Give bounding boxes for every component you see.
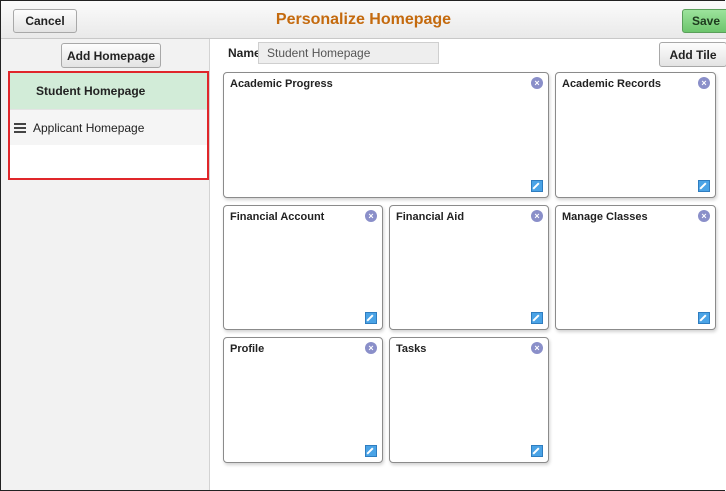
homepage-item-label: Student Homepage (36, 84, 146, 98)
tile-title: Academic Records (562, 78, 662, 90)
close-icon[interactable]: × (365, 210, 377, 222)
tile-title: Manage Classes (562, 211, 648, 223)
edit-icon[interactable] (365, 445, 377, 457)
tile-title: Profile (230, 343, 265, 355)
tile-manage-classes[interactable]: Manage Classes × (555, 205, 716, 330)
close-icon[interactable]: × (365, 342, 377, 354)
add-homepage-button[interactable]: Add Homepage (61, 43, 161, 68)
homepage-item-label: Applicant Homepage (33, 120, 145, 135)
tile-title: Academic Progress (230, 78, 333, 90)
cancel-button[interactable]: Cancel (13, 9, 77, 33)
edit-icon[interactable] (531, 180, 543, 192)
save-button[interactable]: Save (682, 9, 726, 33)
name-label: Name (228, 46, 261, 60)
tile-tasks[interactable]: Tasks × (389, 337, 549, 463)
tile-title: Tasks (396, 343, 427, 355)
homepage-name-field[interactable] (258, 42, 439, 64)
tile-title: Financial Aid (396, 211, 465, 223)
homepage-sidebar: Add Homepage Student Homepage Applicant … (1, 39, 210, 490)
close-icon[interactable]: × (531, 77, 543, 89)
header-bar: Personalize Homepage Cancel Save (1, 1, 726, 39)
homepage-item-applicant[interactable]: Applicant Homepage (10, 109, 207, 145)
close-icon[interactable]: × (698, 77, 710, 89)
edit-icon[interactable] (698, 180, 710, 192)
tile-financial-account[interactable]: Financial Account × (223, 205, 383, 330)
edit-icon[interactable] (531, 445, 543, 457)
close-icon[interactable]: × (698, 210, 710, 222)
edit-icon[interactable] (365, 312, 377, 324)
tile-academic-progress[interactable]: Academic Progress × (223, 72, 549, 198)
close-icon[interactable]: × (531, 342, 543, 354)
close-icon[interactable]: × (531, 210, 543, 222)
edit-icon[interactable] (531, 312, 543, 324)
tile-profile[interactable]: Profile × (223, 337, 383, 463)
edit-icon[interactable] (698, 312, 710, 324)
homepage-item-student[interactable]: Student Homepage (10, 73, 207, 109)
add-tile-button[interactable]: Add Tile (659, 42, 726, 67)
tile-academic-records[interactable]: Academic Records × (555, 72, 716, 198)
homepage-list: Student Homepage Applicant Homepage (8, 71, 209, 180)
tile-financial-aid[interactable]: Financial Aid × (389, 205, 549, 330)
tile-title: Financial Account (230, 211, 325, 223)
drag-handle-icon[interactable] (14, 122, 26, 133)
page-title: Personalize Homepage (275, 11, 452, 28)
